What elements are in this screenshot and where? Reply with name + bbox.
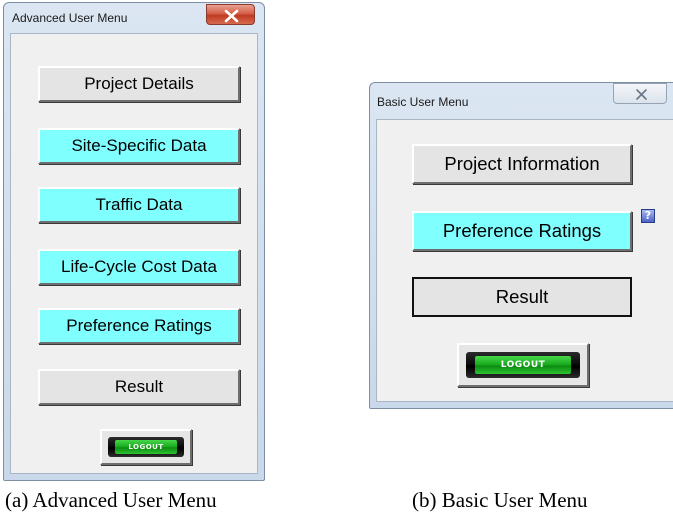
basic-user-menu-window: Basic User Menu Project Information Pref…: [369, 82, 673, 409]
close-x-icon: [224, 9, 239, 23]
traffic-data-button[interactable]: Traffic Data: [38, 187, 240, 223]
caption-basic: (b) Basic User Menu: [412, 488, 588, 512]
caption-advanced: (a) Advanced User Menu: [5, 488, 217, 512]
advanced-close-button[interactable]: [206, 4, 255, 25]
logout-bezel: LOGOUT: [108, 437, 184, 457]
life-cycle-cost-data-button[interactable]: Life-Cycle Cost Data: [38, 249, 240, 285]
help-icon[interactable]: ?: [641, 209, 655, 223]
logout-bezel: LOGOUT: [466, 352, 580, 378]
advanced-user-menu-window: Advanced User Menu Project Details Site-…: [3, 2, 265, 481]
result-button[interactable]: Result: [38, 369, 240, 405]
logout-button[interactable]: LOGOUT: [100, 429, 192, 465]
basic-preference-ratings-button[interactable]: Preference Ratings: [412, 211, 632, 251]
basic-result-button[interactable]: Result: [412, 277, 632, 317]
logout-label: LOGOUT: [475, 356, 571, 374]
project-details-button[interactable]: Project Details: [38, 66, 240, 102]
site-specific-data-button[interactable]: Site-Specific Data: [38, 128, 240, 164]
close-x-icon: [636, 89, 647, 100]
logout-label: LOGOUT: [115, 440, 177, 454]
preference-ratings-button[interactable]: Preference Ratings: [38, 308, 240, 344]
basic-logout-button[interactable]: LOGOUT: [457, 343, 589, 387]
basic-close-button[interactable]: [613, 83, 667, 104]
project-information-button[interactable]: Project Information: [412, 144, 632, 184]
